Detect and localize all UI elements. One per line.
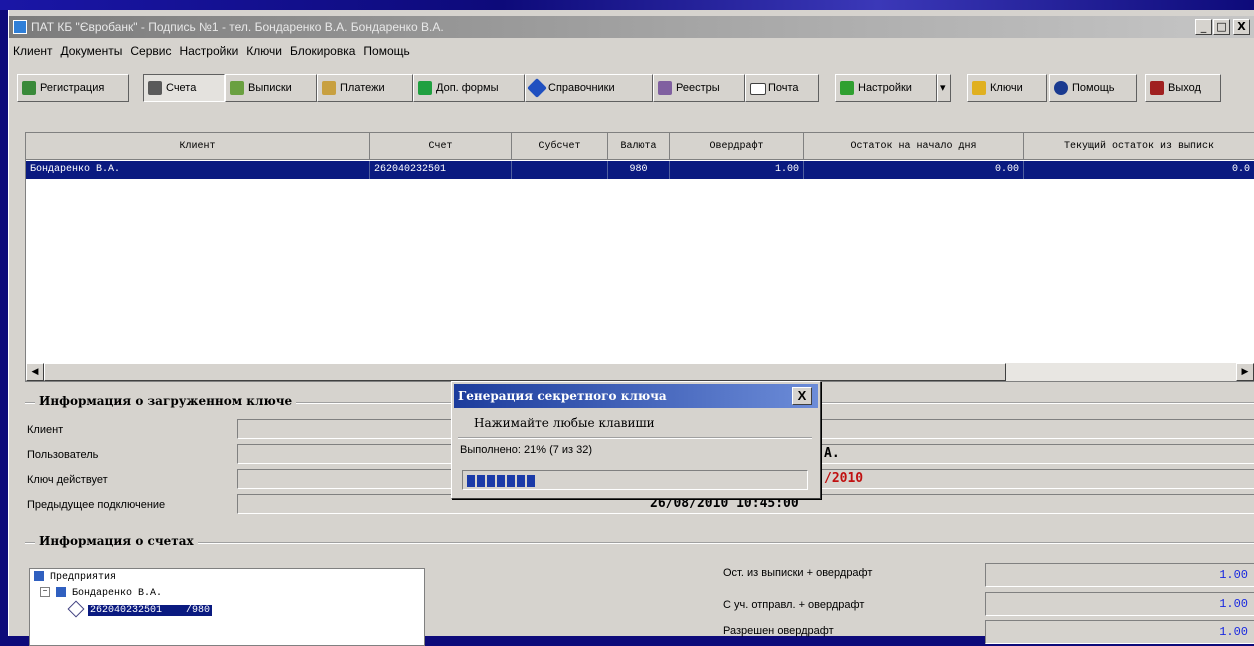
scroll-left-icon[interactable]: ◀: [26, 363, 44, 381]
exit-button[interactable]: Выход: [1145, 74, 1221, 102]
progress-label: Выполнено: 21% (7 из 32): [460, 444, 593, 456]
toolbar: Регистрация Счета Выписки Платежи Доп. ф…: [9, 64, 1254, 104]
menu-documents[interactable]: Документы: [57, 44, 127, 58]
label-allowed-overdraft: Разрешен овердрафт: [723, 625, 834, 637]
exit-icon: [1150, 81, 1164, 95]
title-bar[interactable]: ПАТ КБ "Євробанк" - Подпись №1 - тел. Бо…: [9, 16, 1254, 38]
maximize-button[interactable]: □: [1213, 19, 1230, 35]
cell-opening-balance: 0.00: [804, 161, 1024, 179]
forms-icon: [418, 81, 432, 95]
cell-overdraft: 1.00: [670, 161, 804, 179]
accounts-icon: [148, 81, 162, 95]
progress-block: [477, 475, 485, 487]
column-subaccount[interactable]: Субсчет: [512, 133, 608, 160]
payments-button[interactable]: Платежи: [317, 74, 413, 102]
column-opening-balance[interactable]: Остаток на начало дня: [804, 133, 1024, 160]
payments-icon: [322, 81, 336, 95]
menu-settings[interactable]: Настройки: [175, 44, 242, 58]
menu-client[interactable]: Клиент: [9, 44, 57, 58]
label-key-valid: Ключ действует: [27, 474, 108, 486]
account-icon: [67, 600, 85, 618]
main-window: ПАТ КБ "Євробанк" - Подпись №1 - тел. Бо…: [8, 10, 1254, 646]
balance-sent-value: 1.00: [985, 592, 1254, 616]
printer-icon: [658, 81, 672, 95]
settings-dropdown-button[interactable]: ▾: [937, 74, 951, 102]
cell-client: Бондаренко В.А.: [26, 161, 370, 179]
settings-icon: [840, 81, 854, 95]
dialog-divider: [458, 437, 812, 439]
key-generation-dialog: Генерация секретного ключа X Нажимайте л…: [451, 381, 821, 499]
accounts-button[interactable]: Счета: [143, 74, 225, 102]
menu-service[interactable]: Сервис: [126, 44, 175, 58]
cell-subaccount: [512, 161, 608, 179]
registration-icon: [22, 81, 36, 95]
tree-account-number: 262040232501 /980: [88, 604, 213, 616]
progress-block: [507, 475, 515, 487]
label-balance-statement: Ост. из выписки + овердрафт: [723, 567, 873, 579]
info-icon: [1054, 81, 1068, 95]
progress-block: [467, 475, 475, 487]
key-icon: [972, 81, 986, 95]
horizontal-scrollbar[interactable]: ◀ ▶: [26, 363, 1254, 381]
cell-currency: 980: [608, 161, 670, 179]
progress-bar: [462, 470, 808, 490]
progress-block: [497, 475, 505, 487]
tree-item-client[interactable]: − Бондаренко В.А.: [40, 587, 162, 601]
envelope-icon: [750, 83, 766, 95]
menu-lock[interactable]: Блокировка: [286, 44, 359, 58]
menu-keys[interactable]: Ключи: [242, 44, 286, 58]
label-previous-login: Предыдущее подключение: [27, 499, 166, 511]
app-icon: [13, 20, 27, 34]
window-title: ПАТ КБ "Євробанк" - Подпись №1 - тел. Бо…: [31, 20, 444, 34]
building-icon: [56, 587, 67, 598]
label-client: Клиент: [27, 424, 64, 436]
column-overdraft[interactable]: Овердрафт: [670, 133, 804, 160]
column-current-balance[interactable]: Текущий остаток из выписк: [1024, 133, 1254, 160]
accounts-table: Клиент Счет Субсчет Валюта Овердрафт Ост…: [25, 132, 1254, 382]
menu-bar: Клиент Документы Сервис Настройки Ключи Блоки…: [9, 40, 1254, 62]
registration-button[interactable]: Регистрация: [17, 74, 129, 102]
dialog-close-button[interactable]: X: [792, 387, 812, 405]
collapse-icon[interactable]: −: [40, 587, 50, 598]
progress-block: [527, 475, 535, 487]
help-button[interactable]: Помощь: [1049, 74, 1137, 102]
statements-icon: [230, 81, 244, 95]
registers-button[interactable]: Реестры: [653, 74, 745, 102]
minimize-button[interactable]: _: [1195, 19, 1212, 35]
progress-block: [487, 475, 495, 487]
allowed-overdraft-value: 1.00: [985, 620, 1254, 644]
dialog-instruction: Нажимайте любые клавиши: [474, 416, 655, 430]
menu-help[interactable]: Помощь: [359, 44, 413, 58]
close-button[interactable]: X: [1233, 19, 1250, 35]
chevron-down-icon: ▾: [940, 82, 946, 94]
book-icon: [527, 78, 547, 98]
extra-forms-button[interactable]: Доп. формы: [413, 74, 525, 102]
accounts-info-title: Информация о счетах: [35, 534, 198, 548]
dialog-title[interactable]: Генерация секретного ключа: [454, 384, 818, 408]
mail-button[interactable]: Почта: [745, 74, 819, 102]
keys-button[interactable]: Ключи: [967, 74, 1047, 102]
label-balance-sent: С уч. отправл. + овердрафт: [723, 599, 865, 611]
label-user: Пользователь: [27, 449, 99, 461]
statements-button[interactable]: Выписки: [225, 74, 317, 102]
column-account[interactable]: Счет: [370, 133, 512, 160]
balance-statement-value: 1.00: [985, 563, 1254, 587]
reference-button[interactable]: Справочники: [525, 74, 653, 102]
cell-account: 262040232501: [370, 161, 512, 179]
scroll-right-icon[interactable]: ▶: [1236, 363, 1254, 381]
building-icon: [34, 571, 44, 582]
desktop-strip: [0, 0, 1254, 10]
settings-button[interactable]: Настройки: [835, 74, 937, 102]
column-currency[interactable]: Валюта: [608, 133, 670, 160]
column-client[interactable]: Клиент: [26, 133, 370, 160]
tree-item-enterprises[interactable]: Предприятия: [34, 571, 116, 585]
accounts-info-divider: [25, 542, 1254, 544]
key-info-title: Информация о загруженном ключе: [35, 394, 297, 408]
cell-current-balance: 0.0: [1024, 161, 1254, 179]
tree-item-account[interactable]: 262040232501 /980: [67, 600, 213, 618]
progress-block: [517, 475, 525, 487]
accounts-tree: Предприятия − Бондаренко В.А. 2620402325…: [29, 568, 425, 646]
scroll-thumb[interactable]: [44, 363, 1006, 381]
